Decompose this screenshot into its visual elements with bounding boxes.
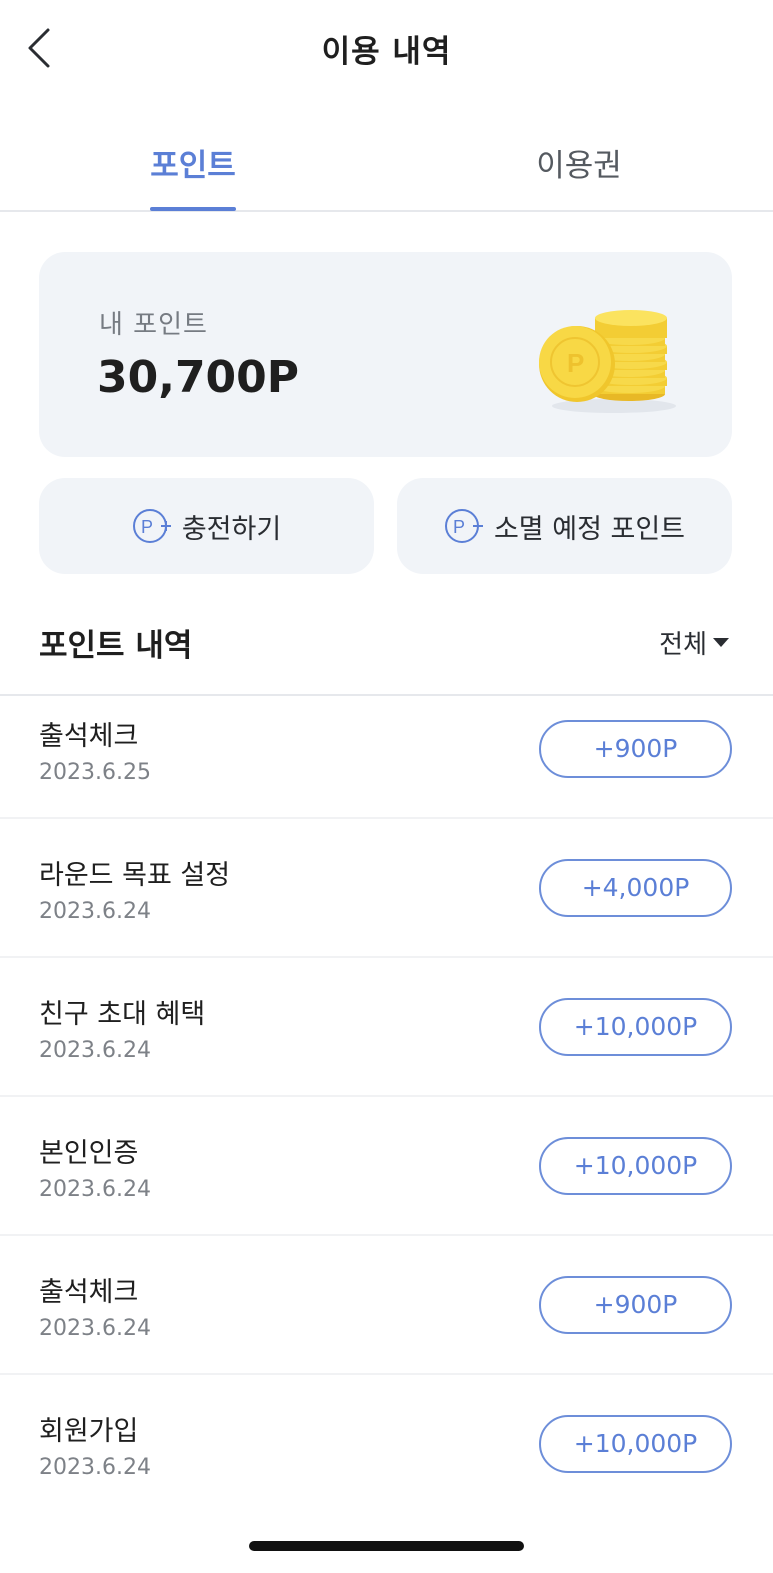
item-title: 라운드 목표 설정 <box>39 860 231 891</box>
balance-label: 내 포인트 <box>99 310 208 340</box>
list-item: 출석체크 2023.6.24 +900P <box>0 1236 773 1375</box>
amount-badge: +4,000P <box>539 859 732 917</box>
amount-badge: +900P <box>539 720 732 778</box>
amount-badge: +10,000P <box>539 1415 732 1473</box>
expiring-points-label: 소멸 예정 포인트 <box>493 513 686 545</box>
tab-bar: 포인트 이용권 <box>0 130 773 212</box>
item-date: 2023.6.24 <box>39 1177 151 1202</box>
history-title: 포인트 내역 <box>39 628 193 664</box>
app-screen: 이용 내역 포인트 이용권 내 포인트 30,700P P P 충전하기 P 소… <box>0 0 773 1573</box>
svg-text:P: P <box>453 517 465 537</box>
amount-badge: +900P <box>539 1276 732 1334</box>
item-date: 2023.6.25 <box>39 760 151 785</box>
item-title: 출석체크 <box>39 1277 139 1308</box>
svg-text:P: P <box>141 517 153 537</box>
item-date: 2023.6.24 <box>39 1038 151 1063</box>
active-tab-indicator <box>150 207 236 211</box>
item-title: 본인인증 <box>39 1138 139 1169</box>
balance-value: 30,700P <box>97 352 300 403</box>
caret-down-icon <box>713 637 729 647</box>
item-date: 2023.6.24 <box>39 1455 151 1480</box>
list-item: 본인인증 2023.6.24 +10,000P <box>0 1097 773 1236</box>
item-title: 회원가입 <box>39 1416 139 1447</box>
history-filter-dropdown[interactable]: 전체 <box>659 624 729 660</box>
item-title: 출석체크 <box>39 721 139 752</box>
filter-label: 전체 <box>659 629 707 660</box>
header: 이용 내역 <box>0 0 773 92</box>
point-plus-icon: P <box>132 509 171 543</box>
history-list: 출석체크 2023.6.25 +900P 라운드 목표 설정 2023.6.24… <box>0 680 773 1514</box>
item-title: 친구 초대 혜택 <box>39 999 206 1030</box>
list-item: 회원가입 2023.6.24 +10,000P <box>0 1375 773 1514</box>
point-balance-card: 내 포인트 30,700P P <box>39 252 732 457</box>
home-indicator <box>249 1541 524 1551</box>
svg-text:P: P <box>567 348 584 378</box>
list-item: 친구 초대 혜택 2023.6.24 +10,000P <box>0 958 773 1097</box>
list-item: 출석체크 2023.6.25 +900P <box>0 680 773 819</box>
coin-stack-icon: P <box>539 310 676 413</box>
item-date: 2023.6.24 <box>39 1316 151 1341</box>
charge-button[interactable]: P 충전하기 <box>39 478 374 574</box>
tab-vouchers[interactable]: 이용권 <box>386 140 772 212</box>
amount-badge: +10,000P <box>539 998 732 1056</box>
amount-badge: +10,000P <box>539 1137 732 1195</box>
point-minus-icon: P <box>444 509 483 543</box>
page-title: 이용 내역 <box>321 34 452 70</box>
tab-points[interactable]: 포인트 <box>0 140 386 212</box>
item-date: 2023.6.24 <box>39 899 151 924</box>
charge-label: 충전하기 <box>181 513 282 545</box>
list-item: 라운드 목표 설정 2023.6.24 +4,000P <box>0 819 773 958</box>
expiring-points-button[interactable]: P 소멸 예정 포인트 <box>397 478 732 574</box>
